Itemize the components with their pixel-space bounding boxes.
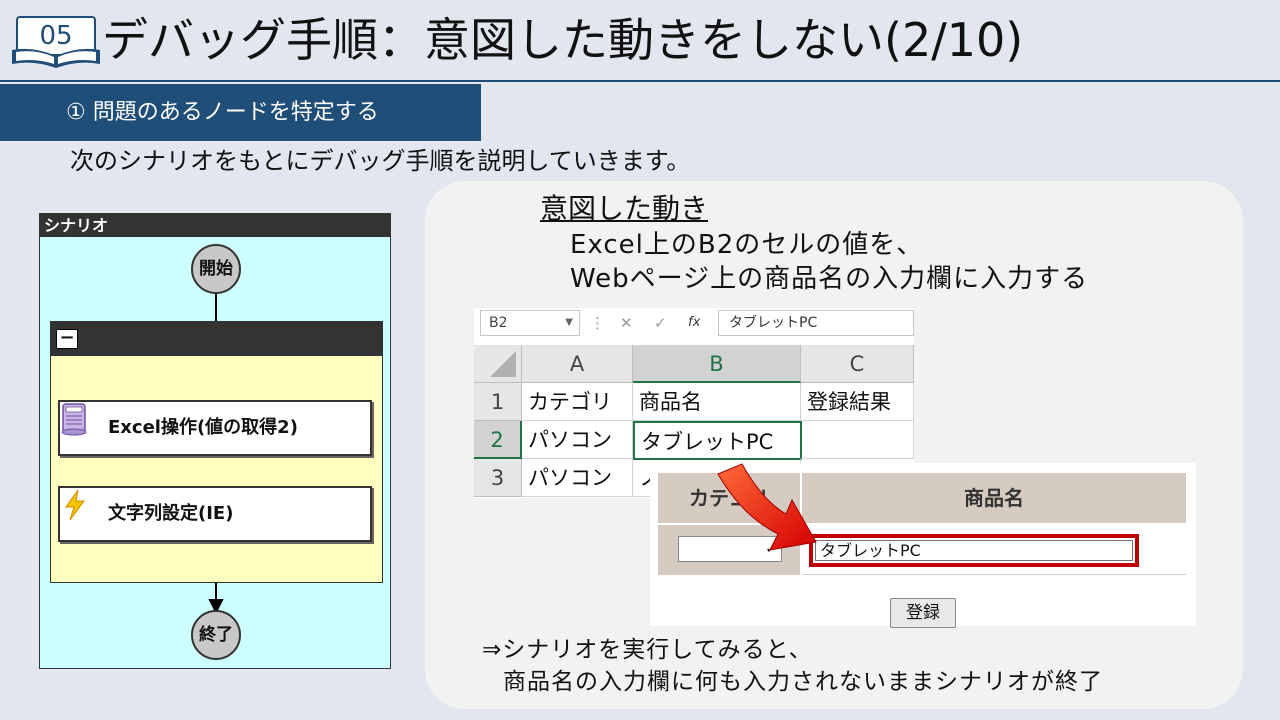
confirm-icon[interactable]: ✓ [654, 310, 667, 336]
open-book-icon [12, 48, 100, 68]
excel-scroll-icon [61, 403, 87, 436]
node-label: Excel操作(値の取得2) [108, 417, 298, 438]
product-name-input-highlight: タブレットPC [809, 534, 1139, 567]
name-box-value: B2 [489, 315, 508, 331]
intent-line-2: Webページ上の商品名の入力欄に入力する [570, 264, 1089, 294]
node-group-header: − [51, 322, 382, 356]
column-header-b[interactable]: B [633, 345, 801, 383]
lightning-icon [65, 489, 85, 521]
function-icon[interactable]: fx [688, 310, 700, 336]
row-header-1[interactable]: 1 [474, 383, 522, 421]
collapse-button[interactable]: − [56, 329, 78, 349]
product-column-header: 商品名 [802, 473, 1186, 523]
name-box[interactable]: B2 ▼ [480, 310, 580, 336]
scenario-panel: シナリオ 開始 − Excel操作(値の取得2) 文字列設定(IE) 終了 [39, 213, 391, 669]
more-icon: ⋮ [590, 314, 605, 332]
cell-c1[interactable]: 登録結果 [801, 383, 914, 421]
page-number-badge: 05 [10, 12, 100, 68]
select-all-corner[interactable] [474, 345, 522, 383]
start-node[interactable]: 開始 [191, 244, 241, 294]
red-arrow-icon [717, 463, 817, 551]
intro-text: 次のシナリオをもとにデバッグ手順を説明していきます。 [70, 147, 691, 175]
cell-a1[interactable]: カテゴリ [522, 383, 633, 421]
intent-heading: 意図した動き [540, 192, 709, 225]
cell-a2[interactable]: パソコン [522, 421, 633, 459]
set-string-ie-node[interactable]: 文字列設定(IE) [58, 486, 372, 542]
page-title: デバッグ手順：意図した動きをしない(2/10) [102, 13, 1024, 67]
column-header-c[interactable]: C [801, 345, 914, 383]
cell-a3[interactable]: パソコン [522, 459, 633, 497]
excel-get-value-node[interactable]: Excel操作(値の取得2) [58, 400, 372, 456]
product-name-input[interactable]: タブレットPC [815, 540, 1133, 561]
register-button[interactable]: 登録 [890, 598, 956, 628]
result-line-1: ⇒シナリオを実行してみると、 [482, 637, 813, 663]
cell-b2-active[interactable]: タブレットPC [633, 421, 802, 460]
formula-input[interactable]: タブレットPC [718, 310, 914, 336]
cancel-icon[interactable]: ✕ [620, 310, 633, 336]
column-header-a[interactable]: A [522, 345, 633, 383]
result-line-2: 商品名の入力欄に何も入力されないままシナリオが終了 [503, 669, 1103, 695]
end-node[interactable]: 終了 [191, 610, 241, 660]
corner-triangle-icon [489, 351, 516, 377]
cell-b1[interactable]: 商品名 [633, 383, 801, 421]
section-heading: ① 問題のあるノードを特定する [0, 84, 481, 141]
cell-c2[interactable] [801, 421, 914, 459]
formula-bar: B2 ▼ ⋮ ✕ ✓ fx タブレットPC [474, 308, 914, 338]
intent-line-1: Excel上のB2のセルの値を、 [570, 230, 924, 260]
row-header-3[interactable]: 3 [474, 459, 522, 497]
node-label: 文字列設定(IE) [108, 503, 234, 524]
row-header-2[interactable]: 2 [474, 421, 522, 459]
dropdown-arrow-icon: ▼ [565, 317, 573, 328]
title-divider [0, 80, 1280, 82]
